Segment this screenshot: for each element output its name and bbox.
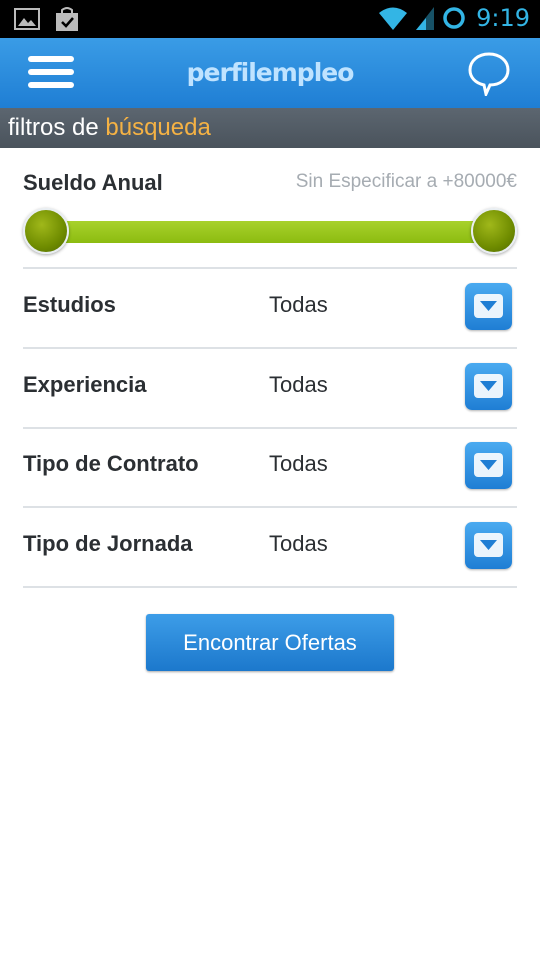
signal-icon bbox=[416, 7, 435, 30]
salary-label: Sueldo Anual bbox=[23, 170, 163, 195]
slider-min-thumb[interactable] bbox=[23, 208, 69, 254]
slider-max-thumb[interactable] bbox=[471, 208, 517, 254]
filter-value: Todas bbox=[269, 451, 328, 476]
filter-label: Estudios bbox=[23, 292, 116, 317]
sync-circle-icon bbox=[443, 7, 465, 29]
chevron-down-icon bbox=[474, 453, 503, 477]
filter-row-experiencia[interactable]: Experiencia Todas bbox=[23, 348, 517, 426]
filter-label: Tipo de Jornada bbox=[23, 531, 193, 556]
dropdown-button[interactable] bbox=[465, 283, 512, 330]
find-offers-button[interactable]: Encontrar Ofertas bbox=[146, 614, 394, 671]
salary-range-text: Sin Especificar a +80000€ bbox=[295, 171, 517, 192]
filter-label: Experiencia bbox=[23, 372, 147, 397]
section-title-prefix: filtros de bbox=[8, 114, 99, 141]
slider-track bbox=[45, 221, 495, 243]
dropdown-button[interactable] bbox=[465, 442, 512, 489]
divider bbox=[23, 586, 517, 588]
chevron-down-icon bbox=[474, 374, 503, 398]
filter-value: Todas bbox=[269, 531, 328, 556]
filter-value: Todas bbox=[269, 372, 328, 397]
status-bar: 9:19 bbox=[0, 0, 540, 38]
filter-row-tipo-contrato[interactable]: Tipo de Contrato Todas bbox=[23, 427, 517, 505]
image-icon bbox=[14, 8, 40, 30]
section-header: filtros de búsqueda bbox=[0, 108, 540, 148]
dropdown-button[interactable] bbox=[465, 363, 512, 410]
filter-value: Todas bbox=[269, 292, 328, 317]
salary-range-slider[interactable] bbox=[23, 208, 517, 254]
chevron-down-icon bbox=[474, 533, 503, 557]
dropdown-button[interactable] bbox=[465, 522, 512, 569]
chevron-down-icon bbox=[474, 294, 503, 318]
filter-row-tipo-jornada[interactable]: Tipo de Jornada Todas bbox=[23, 507, 517, 585]
chat-bubble-icon[interactable] bbox=[466, 50, 512, 96]
shopping-bag-icon bbox=[56, 7, 78, 31]
filter-row-estudios[interactable]: Estudios Todas bbox=[23, 268, 517, 346]
section-title-accent: búsqueda bbox=[105, 114, 211, 141]
filter-label: Tipo de Contrato bbox=[23, 451, 199, 476]
clock: 9:19 bbox=[476, 4, 530, 32]
app-logo: perfilempleo bbox=[186, 58, 355, 87]
wifi-icon bbox=[379, 7, 408, 30]
app-bar: perfilempleo bbox=[0, 38, 540, 108]
